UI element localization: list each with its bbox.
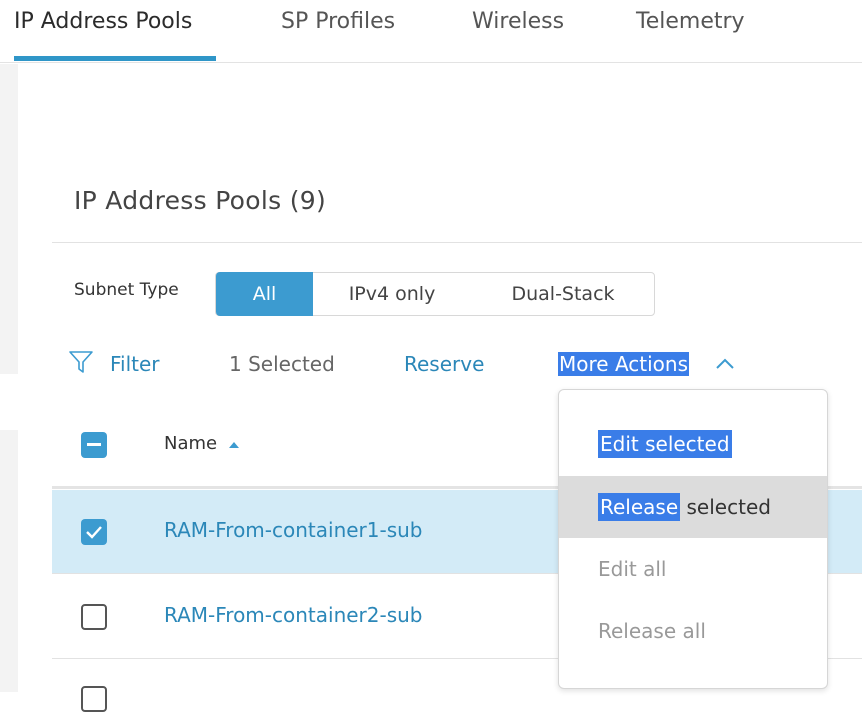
active-tab-indicator [14,56,216,61]
chevron-up-icon[interactable] [714,356,736,372]
filter-icon[interactable] [68,349,94,375]
left-rail-lower [0,430,18,692]
row-checkbox[interactable] [81,604,107,630]
tab-bar: IP Address Pools SP Profiles Wireless Te… [0,0,862,63]
menu-item-selected-label: selected [680,495,771,519]
reserve-button[interactable]: Reserve [404,352,484,376]
menu-item-edit-all[interactable]: Edit all [559,538,827,600]
subnet-type-all[interactable]: All [216,272,313,316]
selected-count: 1 Selected [229,352,335,376]
subnet-type-ipv4-only[interactable]: IPv4 only [313,272,471,316]
row-checkbox[interactable] [81,686,107,712]
tab-telemetry[interactable]: Telemetry [636,9,745,34]
menu-item-release-selected[interactable]: Release selected [559,476,827,538]
row-checkbox[interactable] [81,519,107,545]
tab-wireless[interactable]: Wireless [472,9,564,34]
menu-item-release-label: Release [598,493,681,521]
divider [52,242,862,243]
subnet-type-label: Subnet Type [74,280,179,300]
more-actions-menu: Edit selected Release selected Edit all … [558,389,828,689]
subnet-type-segmented-control: All IPv4 only Dual-Stack [215,272,655,316]
more-actions-button[interactable]: More Actions [558,352,689,376]
left-rail [0,64,18,374]
menu-item-edit-selected-label: Edit selected [598,430,732,458]
sort-ascending-icon[interactable] [229,442,239,448]
filter-button[interactable]: Filter [110,352,160,376]
name-column-header[interactable]: Name [164,433,217,454]
tab-sp-profiles[interactable]: SP Profiles [281,9,395,34]
tab-ip-address-pools[interactable]: IP Address Pools [14,9,192,34]
pool-name-link[interactable]: RAM-From-container2-sub [164,603,423,627]
menu-item-release-all[interactable]: Release all [559,600,827,662]
subnet-type-dual-stack[interactable]: Dual-Stack [471,272,655,316]
page-title: IP Address Pools (9) [74,186,327,215]
pool-name-link[interactable]: RAM-From-container1-sub [164,518,423,542]
menu-item-edit-selected[interactable]: Edit selected [559,413,827,475]
checkmark-icon [86,526,102,539]
select-all-checkbox[interactable] [81,432,107,458]
